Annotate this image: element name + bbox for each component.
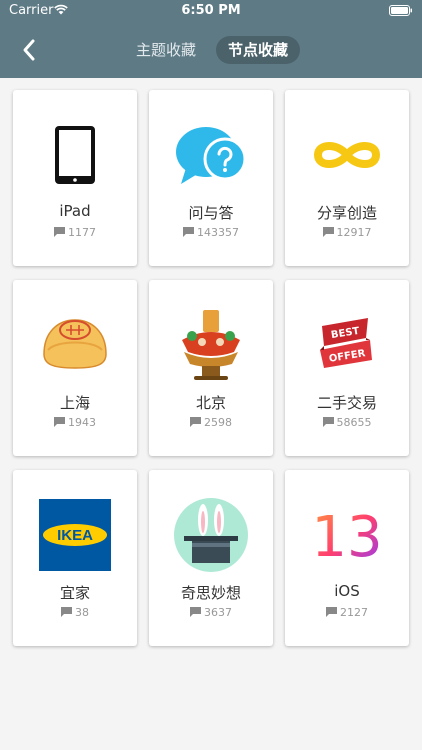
back-button[interactable] — [18, 36, 42, 64]
chat-icon — [326, 607, 337, 617]
node-name: 宜家 — [59, 584, 90, 602]
chat-icon — [183, 227, 194, 237]
node-topic-count: 1177 — [13, 226, 137, 239]
node-card-shanghai[interactable]: 上海 1943 — [13, 280, 137, 456]
ipad-icon — [55, 126, 95, 184]
node-card-ios[interactable]: 13 iOS 2127 — [285, 470, 409, 646]
infinity-icon — [313, 142, 381, 168]
chat-icon — [54, 227, 65, 237]
chat-icon — [61, 607, 72, 617]
node-card-ikea[interactable]: IKEA 宜家 38 — [13, 470, 137, 646]
ios13-logo-text: 13 — [311, 505, 382, 570]
node-name: 二手交易 — [316, 394, 377, 412]
magic-hat-bunny-icon — [174, 498, 248, 572]
node-topic-count: 143357 — [149, 226, 273, 239]
node-card-secondhand[interactable]: BEST OFFER 二手交易 58655 — [285, 280, 409, 456]
ikea-logo-text: IKEA — [57, 527, 93, 544]
node-topic-count: 58655 — [285, 416, 409, 429]
status-bar: Carrier 6:50 PM — [0, 0, 422, 22]
node-name: 问与答 — [188, 204, 234, 222]
chat-icon — [54, 417, 65, 427]
ios13-logo: 13 — [311, 505, 382, 570]
node-card-ipad[interactable]: iPad 1177 — [13, 90, 137, 266]
node-name: 北京 — [195, 394, 226, 412]
chat-icon — [190, 417, 201, 427]
status-time: 6:50 PM — [181, 3, 241, 18]
node-topic-count: 38 — [13, 606, 137, 619]
chat-icon — [322, 227, 334, 237]
header-bar: Carrier 6:50 PM 主题收藏 节点收藏 — [0, 0, 422, 78]
best-offer-ribbon-icon: BEST OFFER — [320, 318, 372, 368]
node-name: 上海 — [59, 394, 90, 412]
node-card-beijing[interactable]: 北京 2598 — [149, 280, 273, 456]
tab-node-favorites[interactable]: 节点收藏 — [216, 36, 300, 64]
tab-topic-favorites[interactable]: 主题收藏 — [128, 36, 204, 64]
node-card-qna[interactable]: 问与答 143357 — [149, 90, 273, 266]
node-card-ideas[interactable]: 奇思妙想 3637 — [149, 470, 273, 646]
ikea-logo: IKEA — [39, 499, 111, 571]
question-bubble-icon — [176, 127, 247, 184]
mooncake-icon — [43, 319, 107, 369]
node-name: 奇思妙想 — [180, 584, 241, 602]
node-topic-count: 3637 — [149, 606, 273, 619]
node-name: iPad — [59, 202, 91, 220]
node-topic-count: 2598 — [149, 416, 273, 429]
node-name: 分享创造 — [316, 204, 377, 222]
hotpot-icon — [182, 310, 240, 380]
node-name: iOS — [334, 582, 360, 600]
node-topic-count: 2127 — [285, 606, 409, 619]
battery-icon — [389, 5, 412, 16]
node-topic-count: 1943 — [13, 416, 137, 429]
chat-icon — [190, 607, 201, 617]
node-card-create[interactable]: 分享创造 12917 — [285, 90, 409, 266]
node-topic-count: 12917 — [285, 226, 409, 239]
chat-icon — [322, 417, 334, 427]
